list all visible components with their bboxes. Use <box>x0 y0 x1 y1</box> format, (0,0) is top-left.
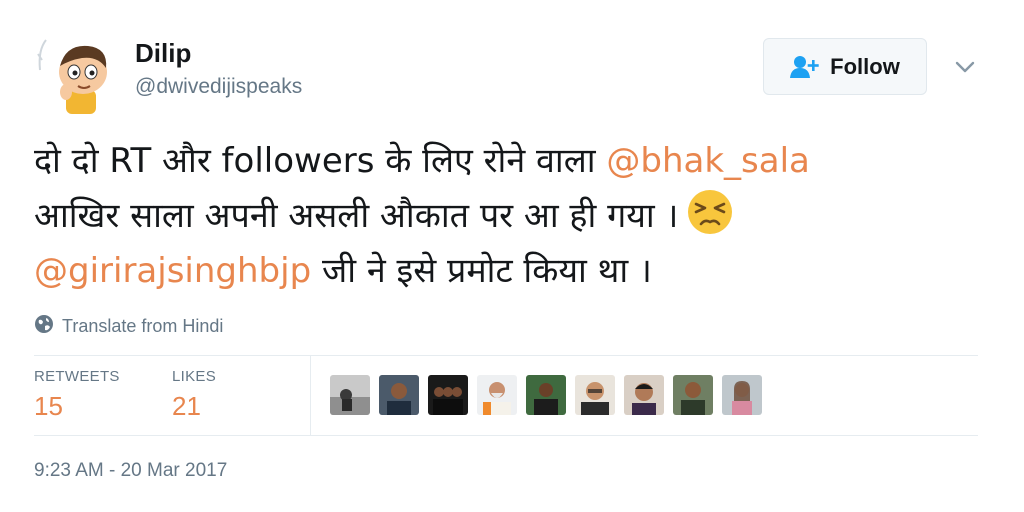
chevron-down-icon[interactable] <box>952 54 978 80</box>
cartoon-boy-avatar-icon <box>36 30 120 114</box>
liker-avatar-7[interactable] <box>624 375 664 415</box>
mention-link[interactable]: @girirajsinghbjp <box>34 251 311 291</box>
user-name[interactable]: Dilip <box>135 38 191 69</box>
add-user-icon <box>790 55 820 79</box>
mention-link[interactable]: @bhak_sala <box>606 141 810 181</box>
retweets-label: RETWEETS <box>34 368 120 385</box>
liker-avatar-4[interactable] <box>477 375 517 415</box>
user-handle[interactable]: @dwivedijispeaks <box>135 75 302 99</box>
follow-button-label: Follow <box>830 53 900 79</box>
liker-avatar-3[interactable] <box>428 375 468 415</box>
avatar[interactable] <box>36 30 120 114</box>
liker-avatar-1[interactable] <box>330 375 370 415</box>
divider <box>34 435 978 436</box>
retweets-count: 15 <box>34 391 63 421</box>
liker-avatar-5[interactable] <box>526 375 566 415</box>
tweet-line-1: दो दो RT और followers के लिए रोने वाला @… <box>34 134 994 189</box>
retweets-stat[interactable]: RETWEETS 15 <box>34 368 120 422</box>
divider <box>310 356 311 435</box>
tweet-line-3: @girirajsinghbjp जी ने इसे प्रमोट किया थ… <box>34 244 994 299</box>
likes-label: LIKES <box>172 368 217 385</box>
tweet-timestamp[interactable]: 9:23 AM - 20 Mar 2017 <box>34 460 227 482</box>
tweet-text-segment: आखिर साला अपनी असली औकात पर आ ही गया । <box>34 196 679 236</box>
likes-count: 21 <box>172 391 201 421</box>
liker-avatar-8[interactable] <box>673 375 713 415</box>
liker-avatar-6[interactable] <box>575 375 615 415</box>
follow-button[interactable]: Follow <box>763 38 927 95</box>
globe-icon <box>34 314 54 339</box>
tweet-text: दो दो RT और followers के लिए रोने वाला @… <box>34 134 994 299</box>
translate-label: Translate from Hindi <box>62 316 224 336</box>
persevering-face-emoji-icon <box>686 188 734 236</box>
liked-by-avatars <box>330 375 762 415</box>
tweet-text-segment: जी ने इसे प्रमोट किया था । <box>311 251 652 291</box>
divider <box>34 355 978 356</box>
liker-avatar-2[interactable] <box>379 375 419 415</box>
liker-avatar-9[interactable] <box>722 375 762 415</box>
tweet-text-segment: दो दो RT और followers के लिए रोने वाला <box>34 141 607 181</box>
likes-stat[interactable]: LIKES 21 <box>172 368 216 422</box>
tweet-line-2: आखिर साला अपनी असली औकात पर आ ही गया । <box>34 189 994 244</box>
translate-link[interactable]: Translate from Hindi <box>34 314 223 339</box>
